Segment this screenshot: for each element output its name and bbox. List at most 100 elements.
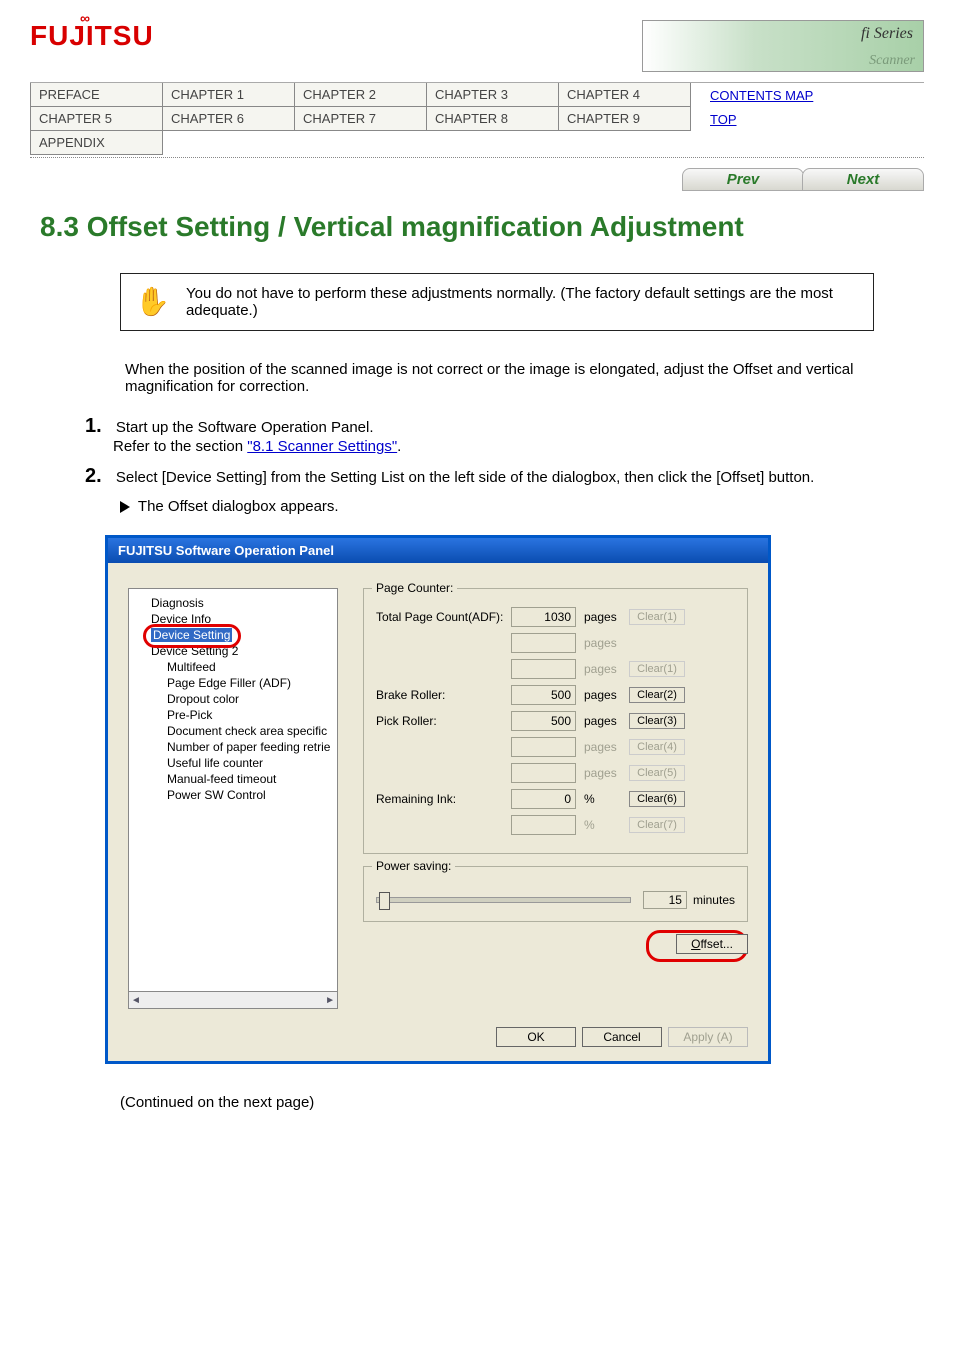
clear-button-4[interactable]: Clear(2) bbox=[629, 687, 685, 703]
setting-tree[interactable]: Diagnosis Device Info Device Setting Dev… bbox=[128, 588, 338, 992]
tree-multifeed[interactable]: Multifeed bbox=[133, 659, 333, 675]
tab-preface[interactable]: PREFACE bbox=[30, 83, 163, 107]
tab-chapter-6[interactable]: CHAPTER 6 bbox=[162, 107, 295, 131]
cancel-button[interactable]: Cancel bbox=[582, 1027, 662, 1047]
row-unit: pages bbox=[584, 610, 629, 624]
continued-note: (Continued on the next page) bbox=[120, 1094, 924, 1111]
tab-chapter-8[interactable]: CHAPTER 8 bbox=[426, 107, 559, 131]
page-counter-row: Remaining Ink:0%Clear(6) bbox=[376, 789, 735, 809]
page-counter-title: Page Counter: bbox=[372, 581, 457, 595]
section-title: 8.3 Offset Setting / Vertical magnificat… bbox=[40, 211, 924, 243]
clear-button-5[interactable]: Clear(3) bbox=[629, 713, 685, 729]
intro-text: When the position of the scanned image i… bbox=[125, 361, 924, 395]
tree-device-setting-2[interactable]: Device Setting 2 bbox=[133, 643, 333, 659]
infinity-icon: ∞ bbox=[80, 10, 91, 26]
tree-power-sw-control[interactable]: Power SW Control bbox=[133, 787, 333, 803]
step-1: 1. Start up the Software Operation Panel… bbox=[85, 415, 924, 455]
page-counter-row: pagesClear(1) bbox=[376, 659, 735, 679]
row-unit: pages bbox=[584, 766, 629, 780]
offset-button[interactable]: Offset... bbox=[676, 934, 748, 954]
clear-button-6: Clear(4) bbox=[629, 739, 685, 755]
row-value bbox=[511, 659, 576, 679]
row-value bbox=[511, 633, 576, 653]
page-counter-row: pages bbox=[376, 633, 735, 653]
arrow-note: The Offset dialogbox appears. bbox=[120, 498, 924, 515]
power-saving-unit: minutes bbox=[693, 893, 735, 907]
tab-chapter-5[interactable]: CHAPTER 5 bbox=[30, 107, 163, 131]
power-saving-title: Power saving: bbox=[372, 859, 455, 873]
page-counter-row: pagesClear(4) bbox=[376, 737, 735, 757]
step-1-ref: Refer to the section "8.1 Scanner Settin… bbox=[113, 438, 401, 455]
top-link[interactable]: TOP bbox=[710, 112, 737, 127]
slider-thumb[interactable] bbox=[379, 892, 390, 910]
scroll-left-icon[interactable]: ◄ bbox=[131, 995, 141, 1006]
clear-button-3: Clear(1) bbox=[629, 661, 685, 677]
tree-device-setting[interactable]: Device Setting bbox=[133, 627, 333, 643]
step-2-number: 2. bbox=[85, 465, 102, 487]
series-banner: fi Series Scanner bbox=[642, 20, 924, 72]
row-unit: % bbox=[584, 792, 629, 806]
fujitsu-logo: ∞ FUJITSU bbox=[30, 20, 140, 52]
clear-button-1: Clear(1) bbox=[629, 609, 685, 625]
row-label: Brake Roller: bbox=[376, 688, 511, 702]
row-value: 500 bbox=[511, 711, 576, 731]
tree-document-check-area[interactable]: Document check area specific bbox=[133, 723, 333, 739]
row-unit: pages bbox=[584, 740, 629, 754]
row-value bbox=[511, 815, 576, 835]
row-value bbox=[511, 737, 576, 757]
divider bbox=[30, 157, 924, 158]
row-label: Pick Roller: bbox=[376, 714, 511, 728]
page-counter-row: pagesClear(5) bbox=[376, 763, 735, 783]
tab-chapter-2[interactable]: CHAPTER 2 bbox=[294, 83, 427, 107]
tree-pre-pick[interactable]: Pre-Pick bbox=[133, 707, 333, 723]
row-unit: pages bbox=[584, 662, 629, 676]
attention-text: You do not have to perform these adjustm… bbox=[186, 285, 865, 319]
contents-map-link[interactable]: CONTENTS MAP bbox=[710, 88, 813, 103]
step-2: 2. Select [Device Setting] from the Sett… bbox=[85, 465, 924, 488]
tab-chapter-9[interactable]: CHAPTER 9 bbox=[558, 107, 691, 131]
tab-chapter-3[interactable]: CHAPTER 3 bbox=[426, 83, 559, 107]
tabs: PREFACE CHAPTER 1 CHAPTER 2 CHAPTER 3 CH… bbox=[30, 82, 924, 155]
step-1-number: 1. bbox=[85, 415, 102, 437]
row-value: 0 bbox=[511, 789, 576, 809]
scroll-right-icon[interactable]: ► bbox=[325, 995, 335, 1006]
power-saving-value: 15 bbox=[643, 891, 687, 909]
tab-chapter-1[interactable]: CHAPTER 1 bbox=[162, 83, 295, 107]
attention-hand-icon: ✋ bbox=[129, 282, 176, 322]
tab-chapter-7[interactable]: CHAPTER 7 bbox=[294, 107, 427, 131]
row-value bbox=[511, 763, 576, 783]
apply-button: Apply (A) bbox=[668, 1027, 748, 1047]
step-1-text: Start up the Software Operation Panel. bbox=[116, 419, 374, 436]
prev-button[interactable]: Prev bbox=[682, 168, 804, 191]
row-unit: pages bbox=[584, 688, 629, 702]
ok-button[interactable]: OK bbox=[496, 1027, 576, 1047]
tree-page-edge-filler[interactable]: Page Edge Filler (ADF) bbox=[133, 675, 333, 691]
tree-useful-life-counter[interactable]: Useful life counter bbox=[133, 755, 333, 771]
logo-text: ∞ FUJITSU bbox=[30, 20, 140, 52]
arrow-icon bbox=[120, 501, 130, 513]
row-unit: % bbox=[584, 818, 629, 832]
page-counter-group: Page Counter: Total Page Count(ADF):1030… bbox=[363, 588, 748, 854]
tree-scrollbar[interactable]: ◄ ► bbox=[128, 992, 338, 1009]
software-operation-panel-dialog: FUJITSU Software Operation Panel Diagnos… bbox=[105, 535, 771, 1064]
next-button[interactable]: Next bbox=[802, 168, 924, 191]
tree-diagnosis[interactable]: Diagnosis bbox=[133, 595, 333, 611]
tab-chapter-4[interactable]: CHAPTER 4 bbox=[558, 83, 691, 107]
tree-paper-feeding-retries[interactable]: Number of paper feeding retrie bbox=[133, 739, 333, 755]
page-counter-row: %Clear(7) bbox=[376, 815, 735, 835]
step-2-text: Select [Device Setting] from the Setting… bbox=[116, 469, 814, 486]
row-value: 1030 bbox=[511, 607, 576, 627]
tree-device-info[interactable]: Device Info bbox=[133, 611, 333, 627]
tab-appendix[interactable]: APPENDIX bbox=[30, 131, 163, 155]
page-counter-row: Brake Roller:500pagesClear(2) bbox=[376, 685, 735, 705]
power-saving-slider[interactable] bbox=[376, 897, 631, 903]
tree-dropout-color[interactable]: Dropout color bbox=[133, 691, 333, 707]
scanner-settings-link[interactable]: "8.1 Scanner Settings" bbox=[247, 438, 397, 455]
banner-sub-text: Scanner bbox=[869, 53, 915, 69]
tree-manual-feed-timeout[interactable]: Manual-feed timeout bbox=[133, 771, 333, 787]
page-counter-row: Pick Roller:500pagesClear(3) bbox=[376, 711, 735, 731]
header: ∞ FUJITSU fi Series Scanner bbox=[30, 20, 924, 72]
power-saving-group: Power saving: 15 minutes bbox=[363, 866, 748, 922]
clear-button-7: Clear(5) bbox=[629, 765, 685, 781]
clear-button-8[interactable]: Clear(6) bbox=[629, 791, 685, 807]
